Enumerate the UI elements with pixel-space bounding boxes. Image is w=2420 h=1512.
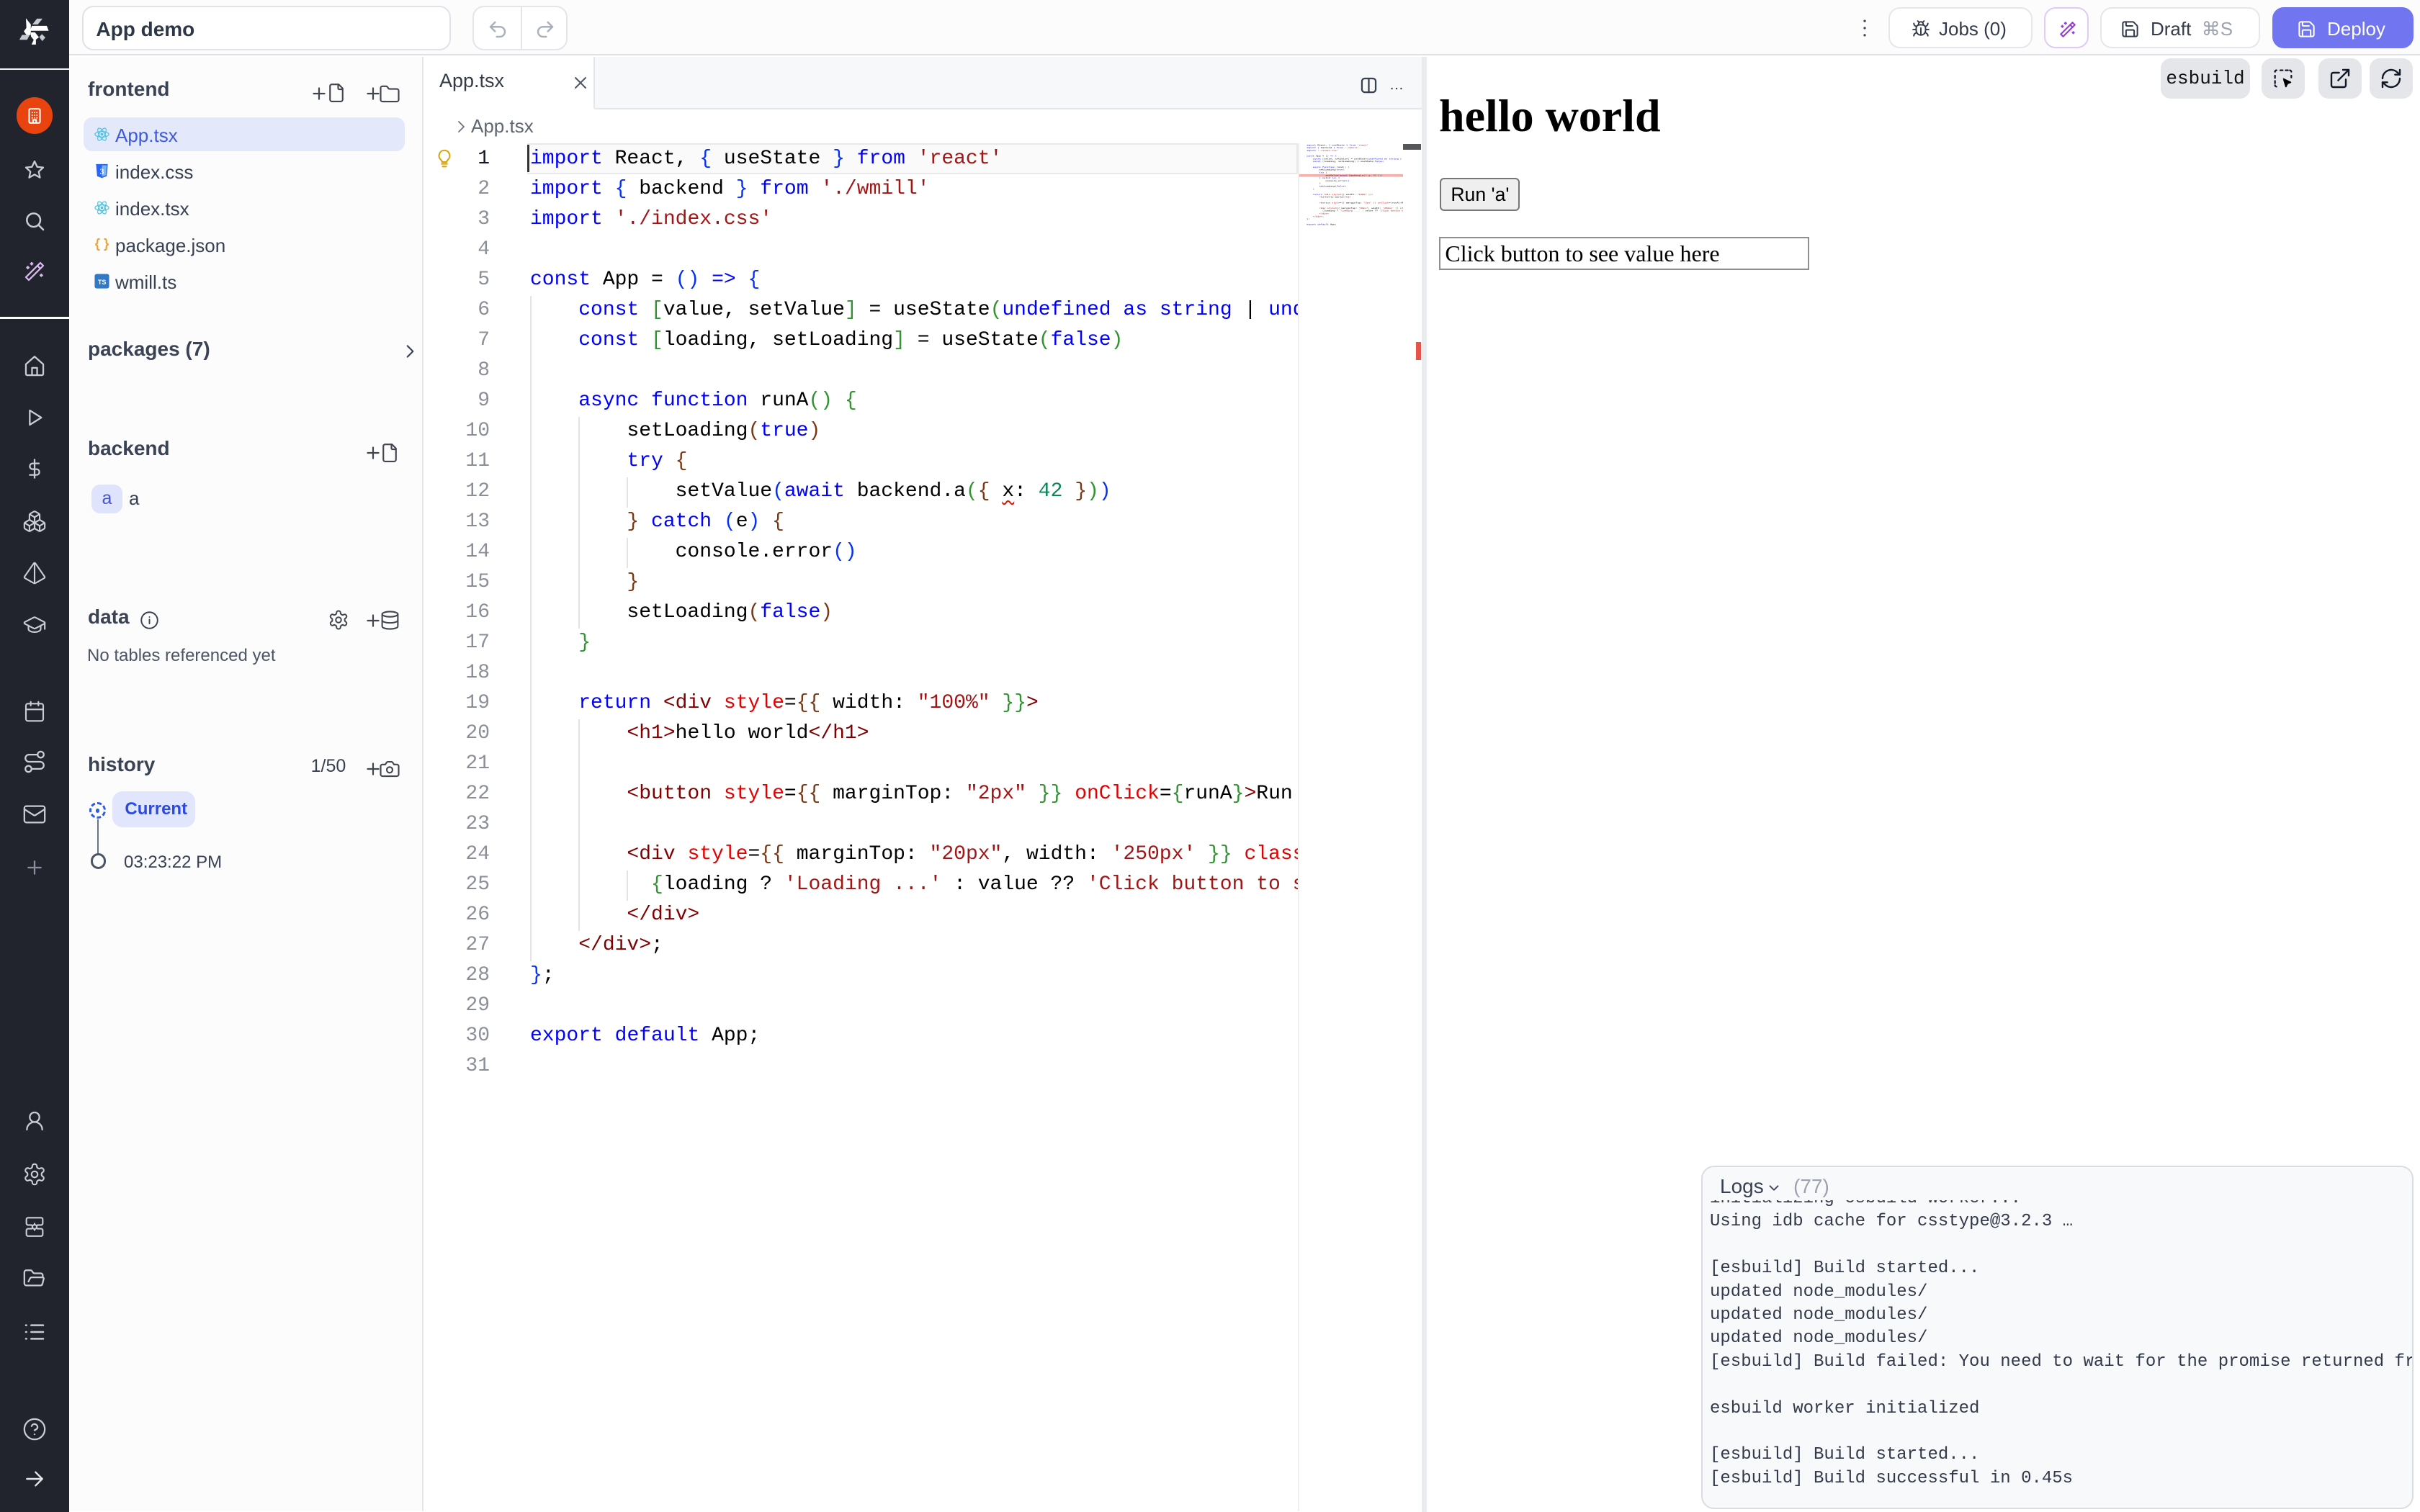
svg-text:3: 3	[100, 166, 104, 176]
svg-text:TS: TS	[98, 279, 107, 286]
